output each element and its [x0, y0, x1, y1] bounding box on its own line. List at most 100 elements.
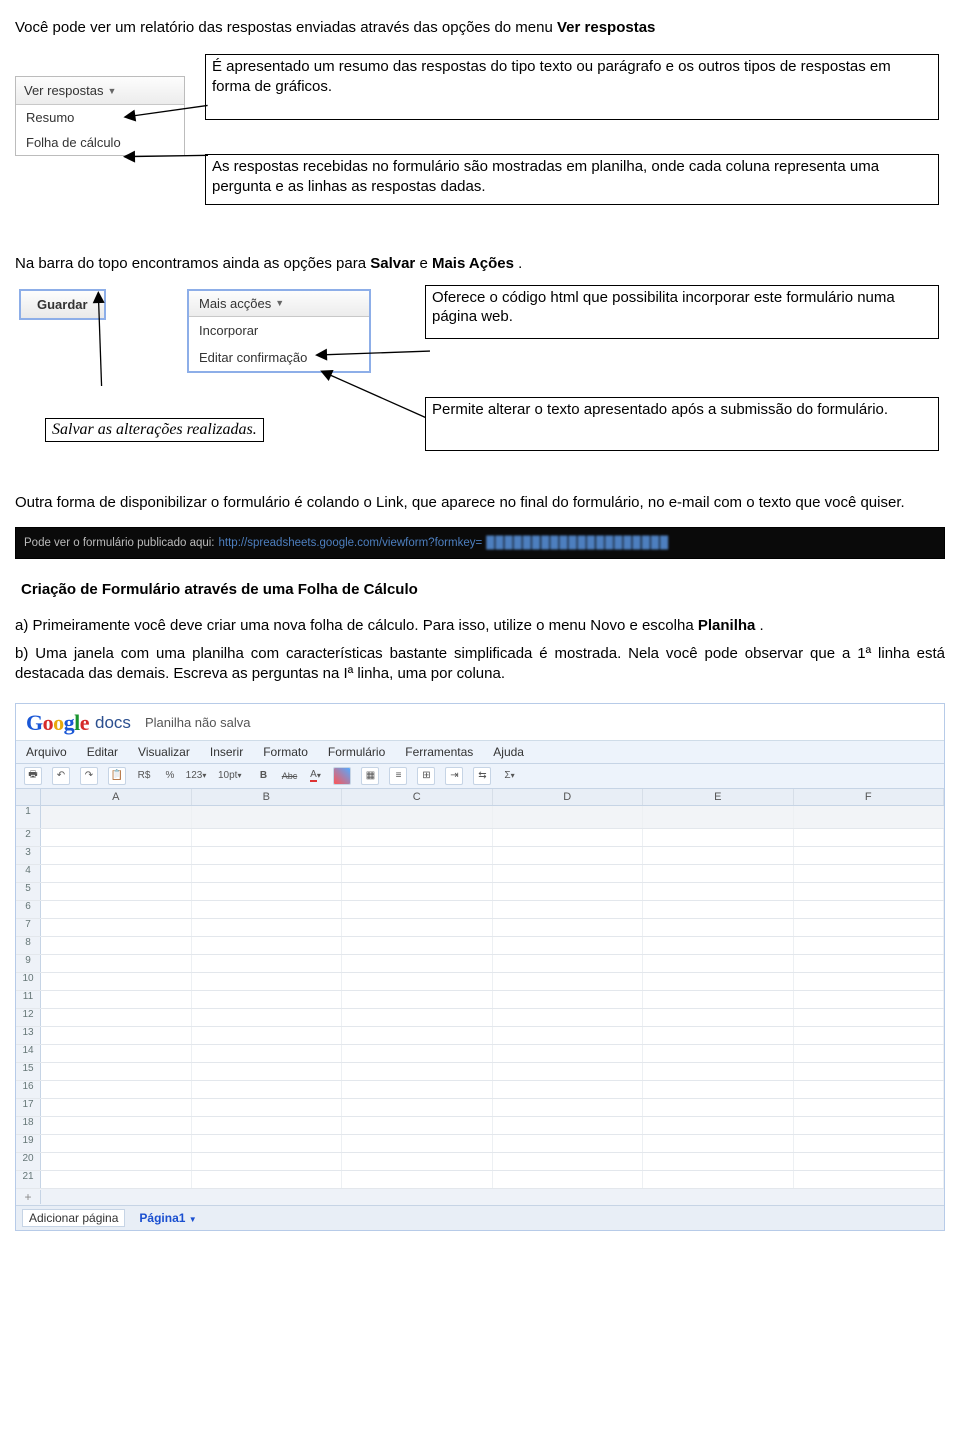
- dropdown-item-incorporar[interactable]: Incorporar: [189, 317, 369, 344]
- cell[interactable]: [493, 1027, 644, 1044]
- cell[interactable]: [41, 829, 192, 846]
- cell[interactable]: [192, 1009, 343, 1026]
- menu-ajuda[interactable]: Ajuda: [493, 745, 524, 759]
- table-row[interactable]: 1: [16, 806, 944, 829]
- table-row[interactable]: 21: [16, 1171, 944, 1189]
- percent-button[interactable]: %: [162, 768, 178, 784]
- mais-accoes-button[interactable]: Mais acções ▼: [189, 291, 369, 317]
- cell[interactable]: [794, 937, 945, 954]
- strike-button[interactable]: Abc: [281, 768, 297, 784]
- row-number[interactable]: 21: [16, 1171, 41, 1188]
- table-row[interactable]: 8: [16, 937, 944, 955]
- cell[interactable]: [794, 1009, 945, 1026]
- row-number[interactable]: 8: [16, 937, 41, 954]
- cell[interactable]: [794, 883, 945, 900]
- cell[interactable]: [41, 937, 192, 954]
- cell[interactable]: [192, 937, 343, 954]
- cell[interactable]: [192, 1045, 343, 1062]
- cell[interactable]: [794, 1045, 945, 1062]
- row-number[interactable]: 14: [16, 1045, 41, 1062]
- cell[interactable]: [192, 883, 343, 900]
- menu-inserir[interactable]: Inserir: [210, 745, 243, 759]
- cell[interactable]: [794, 955, 945, 972]
- corner-cell[interactable]: [16, 789, 41, 805]
- row-number[interactable]: 7: [16, 919, 41, 936]
- cell[interactable]: [41, 806, 192, 828]
- table-row[interactable]: 2: [16, 829, 944, 847]
- fontsize-button[interactable]: 10pt▾: [214, 768, 245, 784]
- cell[interactable]: [192, 865, 343, 882]
- cell[interactable]: [342, 1153, 493, 1170]
- cell[interactable]: [342, 1171, 493, 1188]
- cell[interactable]: [41, 1063, 192, 1080]
- cell[interactable]: [41, 991, 192, 1008]
- cell[interactable]: [41, 1117, 192, 1134]
- menu-formulario[interactable]: Formulário: [328, 745, 385, 759]
- cell[interactable]: [794, 1099, 945, 1116]
- cell[interactable]: [192, 955, 343, 972]
- cell[interactable]: [192, 1171, 343, 1188]
- cell[interactable]: [493, 991, 644, 1008]
- cell[interactable]: [41, 1153, 192, 1170]
- menu-arquivo[interactable]: Arquivo: [26, 745, 67, 759]
- table-row[interactable]: 10: [16, 973, 944, 991]
- row-number[interactable]: 3: [16, 847, 41, 864]
- cell[interactable]: [794, 1153, 945, 1170]
- cell[interactable]: [41, 901, 192, 918]
- cell[interactable]: [41, 1045, 192, 1062]
- cell[interactable]: [643, 919, 794, 936]
- cell[interactable]: [493, 1045, 644, 1062]
- cell[interactable]: [41, 1081, 192, 1098]
- cell[interactable]: [342, 991, 493, 1008]
- row-number[interactable]: 20: [16, 1153, 41, 1170]
- insert-icon[interactable]: ⊞: [417, 767, 435, 785]
- table-row[interactable]: 16: [16, 1081, 944, 1099]
- table-row[interactable]: 13: [16, 1027, 944, 1045]
- col-c[interactable]: C: [342, 789, 493, 805]
- row-number[interactable]: 19: [16, 1135, 41, 1152]
- add-page-button[interactable]: Adicionar página: [22, 1209, 125, 1227]
- table-row[interactable]: 11: [16, 991, 944, 1009]
- table-row[interactable]: 20: [16, 1153, 944, 1171]
- numfmt-button[interactable]: 123▾: [188, 768, 204, 784]
- table-row[interactable]: 6: [16, 901, 944, 919]
- fillcolor-icon[interactable]: [333, 767, 351, 785]
- row-number[interactable]: 15: [16, 1063, 41, 1080]
- row-number[interactable]: 5: [16, 883, 41, 900]
- cell[interactable]: [493, 1171, 644, 1188]
- cell[interactable]: [794, 1117, 945, 1134]
- menu-ferramentas[interactable]: Ferramentas: [405, 745, 473, 759]
- table-row[interactable]: 12: [16, 1009, 944, 1027]
- cell[interactable]: [342, 1063, 493, 1080]
- cell[interactable]: [794, 1135, 945, 1152]
- cell[interactable]: [342, 865, 493, 882]
- cell[interactable]: [192, 1081, 343, 1098]
- cell[interactable]: [342, 973, 493, 990]
- cell[interactable]: [643, 1081, 794, 1098]
- cell[interactable]: [794, 829, 945, 846]
- cell[interactable]: [342, 829, 493, 846]
- cell[interactable]: [342, 1027, 493, 1044]
- cell[interactable]: [643, 1009, 794, 1026]
- clipboard-icon[interactable]: 📋: [108, 767, 126, 785]
- cell[interactable]: [192, 829, 343, 846]
- cell[interactable]: [192, 806, 343, 828]
- cell[interactable]: [643, 901, 794, 918]
- cell[interactable]: [493, 1081, 644, 1098]
- cell[interactable]: [493, 955, 644, 972]
- cell[interactable]: [493, 847, 644, 864]
- cell[interactable]: [493, 973, 644, 990]
- cell[interactable]: [192, 1063, 343, 1080]
- cell[interactable]: [41, 919, 192, 936]
- align-icon[interactable]: ≡: [389, 767, 407, 785]
- cell[interactable]: [342, 919, 493, 936]
- cell[interactable]: [794, 865, 945, 882]
- cell[interactable]: [643, 955, 794, 972]
- cell[interactable]: [493, 919, 644, 936]
- row-number[interactable]: 11: [16, 991, 41, 1008]
- cell[interactable]: [643, 847, 794, 864]
- sigma-button[interactable]: Σ▾: [501, 768, 517, 784]
- col-d[interactable]: D: [493, 789, 644, 805]
- cell[interactable]: [493, 806, 644, 828]
- table-row[interactable]: 3: [16, 847, 944, 865]
